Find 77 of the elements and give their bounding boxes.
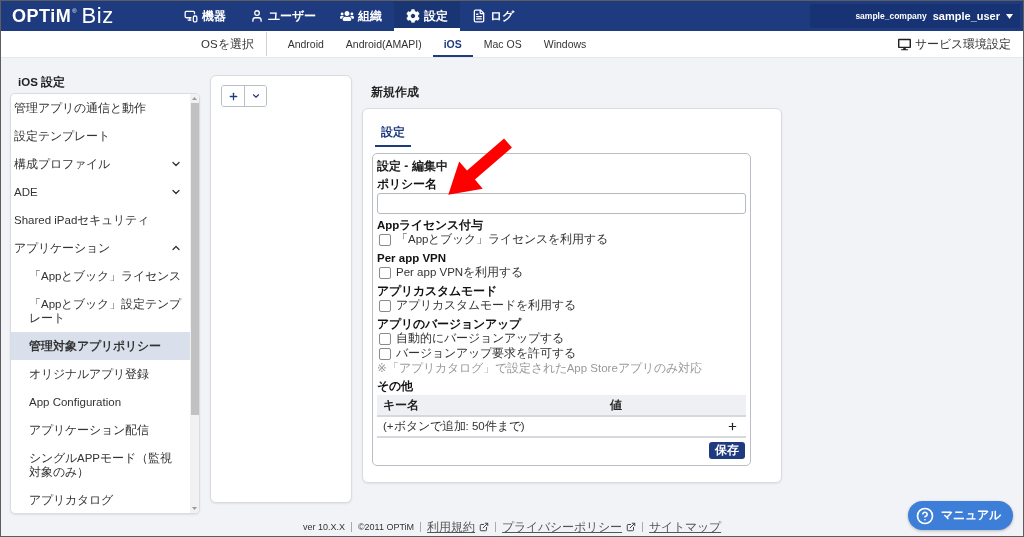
manual-button[interactable]: マニュアル — [908, 501, 1013, 530]
document-icon — [472, 9, 486, 23]
field-label: その他 — [377, 379, 414, 393]
nav-tab[interactable]: 機器 — [172, 1, 238, 31]
add-row-button[interactable] — [727, 421, 738, 432]
checkbox-option[interactable]: 「Appとブック」ライセンスを利用する — [377, 232, 746, 247]
column-header: 値 — [609, 397, 622, 413]
nav-tab[interactable]: ログ — [460, 1, 526, 31]
user-icon — [250, 9, 264, 23]
sidebar-item[interactable]: 設定テンプレート — [11, 122, 190, 150]
empty-table-hint: (+ボタンで追加: 50件まで) — [383, 419, 525, 434]
os-tab[interactable]: Android(AMAPI) — [334, 31, 433, 57]
sidebar-item[interactable]: アプリケーション — [11, 234, 190, 262]
help-icon — [916, 506, 934, 525]
dropdown-button[interactable] — [244, 86, 266, 106]
os-tab[interactable]: Android — [276, 31, 335, 57]
sidebar-subitem[interactable]: アプリカタログ — [11, 486, 190, 513]
scrollbar-track[interactable] — [190, 94, 199, 513]
checkbox-option[interactable]: 自動的にバージョンアップする — [377, 331, 746, 346]
footer-link[interactable]: サイトマップ — [649, 519, 722, 535]
nav-tab[interactable]: 組織 — [328, 1, 394, 31]
settings-icon — [406, 9, 420, 23]
plus-icon — [727, 421, 738, 432]
nav-tab[interactable]: 設定 — [394, 1, 460, 31]
sidebar-subitem[interactable]: 「Appとブック」設定テンプレート — [11, 290, 190, 332]
devices-icon — [184, 9, 198, 23]
sidebar-item[interactable]: Shared iPadセキュリティ — [11, 206, 190, 234]
checkbox-option[interactable]: Per app VPNを利用する — [377, 265, 746, 280]
version-text: ver 10.X.X — [302, 522, 345, 532]
sidebar-item[interactable]: 構成プロファイル — [11, 150, 190, 178]
sidebar-item[interactable]: ADE — [11, 178, 190, 206]
sidebar-subitem[interactable]: シングルAPPモード（監視対象のみ） — [11, 444, 190, 486]
checkbox[interactable] — [379, 299, 391, 312]
page-title: 新規作成 — [370, 85, 420, 99]
sidebar-title: iOS 設定 — [17, 75, 66, 89]
sidebar-subitem[interactable]: App Configuration — [11, 388, 190, 416]
plus-icon — [227, 90, 239, 102]
form-tab[interactable]: 設定 — [375, 120, 411, 147]
column-header: キー名 — [382, 397, 420, 413]
field-label: アプリカスタムモード — [377, 284, 498, 298]
os-tab[interactable]: Mac OS — [472, 31, 533, 57]
os-tab[interactable]: Windows — [532, 31, 598, 57]
checkbox[interactable] — [379, 233, 391, 246]
checkbox-option[interactable]: バージョンアップ要求を許可する — [377, 346, 746, 361]
pointer-arrow — [448, 138, 512, 195]
input-field[interactable] — [377, 193, 746, 214]
os-label: OSを選択 — [201, 36, 255, 52]
checkbox[interactable] — [379, 347, 391, 360]
sidebar-subitem[interactable]: 管理対象アプリポリシー — [11, 332, 190, 360]
scroll-up-icon[interactable] — [192, 97, 197, 100]
nav-tab[interactable]: ユーザー — [238, 1, 328, 31]
split-button[interactable] — [221, 85, 267, 107]
note-text: ※「アプリカタログ」で設定されたApp Storeアプリのみ対応 — [377, 361, 703, 375]
save-button[interactable]: 保存 — [709, 442, 745, 459]
form-title: 設定 - 編集中 — [377, 159, 449, 173]
people-icon — [340, 9, 354, 23]
sidebar-subitem[interactable]: オリジナルアプリ登録 — [11, 360, 190, 388]
sidebar-subitem[interactable]: 「Appとブック」ライセンス — [11, 262, 190, 290]
field-label: Per app VPN — [377, 251, 448, 265]
scrollbar-thumb[interactable] — [190, 103, 199, 415]
sidebar-subitem[interactable]: アプリケーション配信 — [11, 416, 190, 444]
service-settings-link[interactable]: サービス環境設定 — [898, 31, 1011, 57]
account-menu[interactable]: sample_company sample_user — [810, 4, 1020, 28]
field-label: ポリシー名 — [377, 177, 438, 191]
monitor-icon — [898, 37, 911, 51]
chevron-down-icon — [250, 91, 261, 101]
copyright-text: ©2011 OPTiM — [357, 522, 415, 532]
os-tab[interactable]: iOS — [432, 31, 473, 57]
scroll-down-icon[interactable] — [192, 507, 197, 510]
footer-link[interactable]: 利用規約 — [427, 519, 490, 535]
checkbox[interactable] — [379, 266, 391, 279]
checkbox[interactable] — [379, 332, 391, 345]
field-label: Appライセンス付与 — [377, 218, 485, 232]
field-label: アプリのバージョンアップ — [377, 317, 523, 331]
checkbox-option[interactable]: アプリカスタムモードを利用する — [377, 298, 746, 313]
caret-icon — [1006, 13, 1013, 19]
sidebar-item[interactable]: 管理アプリの通信と動作 — [11, 94, 190, 122]
